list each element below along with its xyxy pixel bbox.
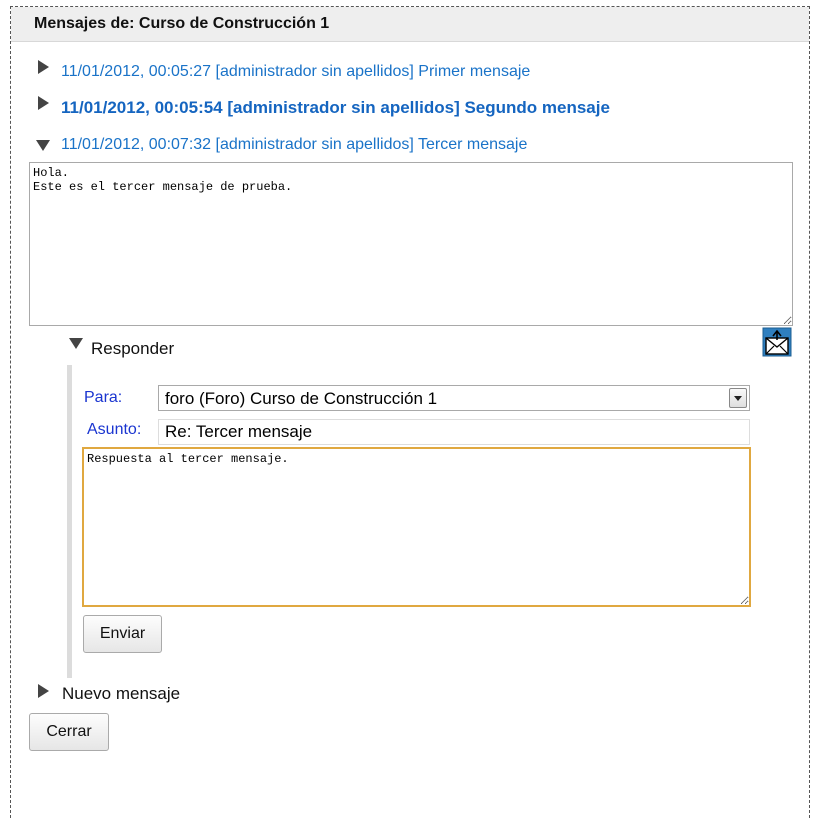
to-label: Para: bbox=[84, 389, 123, 406]
send-button[interactable]: Enviar bbox=[83, 615, 162, 653]
panel-header: Mensajes de: Curso de Construcción 1 bbox=[11, 7, 809, 42]
reply-indent-bar bbox=[67, 365, 72, 678]
reply-body-text[interactable] bbox=[82, 447, 751, 607]
mail-reply-icon[interactable] bbox=[762, 327, 792, 357]
reply-toggle-label[interactable]: Responder bbox=[91, 339, 174, 359]
close-button[interactable]: Cerrar bbox=[29, 713, 109, 751]
messages-panel: Mensajes de: Curso de Construcción 1 11/… bbox=[10, 6, 810, 818]
collapse-triangle-icon[interactable] bbox=[36, 140, 50, 151]
message-link-3[interactable]: 11/01/2012, 00:07:32 [administrador sin … bbox=[61, 136, 527, 154]
chevron-down-icon[interactable] bbox=[729, 388, 747, 408]
collapse-triangle-icon[interactable] bbox=[69, 338, 83, 349]
expand-triangle-icon[interactable] bbox=[38, 684, 49, 698]
new-message-toggle[interactable]: Nuevo mensaje bbox=[62, 684, 180, 704]
expand-triangle-icon[interactable] bbox=[38, 96, 49, 110]
expand-triangle-icon[interactable] bbox=[38, 60, 49, 74]
message-link-2[interactable]: 11/01/2012, 00:05:54 [administrador sin … bbox=[61, 98, 610, 118]
message-body-text[interactable] bbox=[29, 162, 793, 326]
to-select-value: foro (Foro) Curso de Construcción 1 bbox=[165, 389, 438, 408]
subject-input[interactable] bbox=[158, 419, 750, 445]
panel-title: Mensajes de: Curso de Construcción 1 bbox=[34, 15, 330, 32]
message-link-1[interactable]: 11/01/2012, 00:05:27 [administrador sin … bbox=[61, 63, 530, 81]
to-select[interactable]: foro (Foro) Curso de Construcción 1 bbox=[158, 385, 750, 411]
subject-label: Asunto: bbox=[87, 421, 142, 438]
